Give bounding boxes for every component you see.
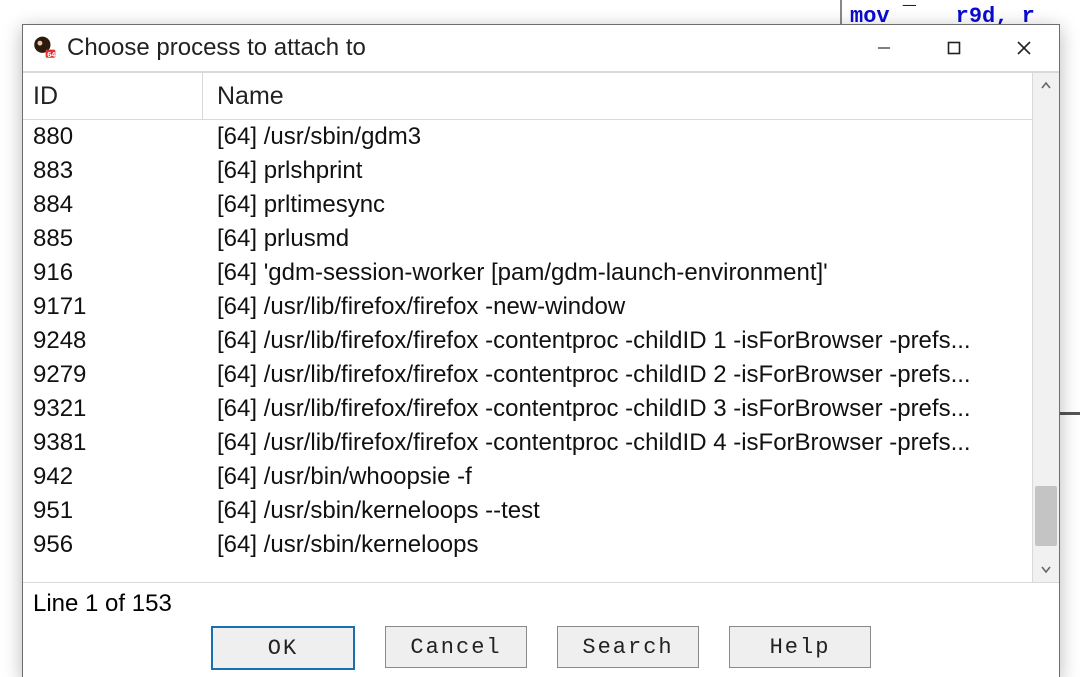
process-row[interactable]: 9248[64] /usr/lib/firefox/firefox -conte… xyxy=(23,324,1032,358)
process-name: [64] /usr/bin/whoopsie -f xyxy=(203,463,1032,491)
scroll-down-arrow-icon[interactable] xyxy=(1033,556,1059,582)
scrollbar-thumb[interactable] xyxy=(1035,486,1057,546)
process-row[interactable]: 9171[64] /usr/lib/firefox/firefox -new-w… xyxy=(23,290,1032,324)
process-name: [64] /usr/sbin/kerneloops --test xyxy=(203,497,1032,525)
app-icon: 64 xyxy=(23,35,65,61)
process-id: 9321 xyxy=(23,395,203,423)
process-name: [64] /usr/sbin/kerneloops xyxy=(203,531,1032,559)
scroll-up-arrow-icon[interactable] xyxy=(1033,73,1059,99)
minimize-icon xyxy=(877,41,891,55)
process-row[interactable]: 9321[64] /usr/lib/firefox/firefox -conte… xyxy=(23,392,1032,426)
scrollbar-track[interactable] xyxy=(1033,99,1059,556)
maximize-icon xyxy=(947,41,961,55)
process-id: 916 xyxy=(23,259,203,287)
process-row[interactable]: 885[64] prlusmd xyxy=(23,222,1032,256)
process-list: ID Name 880[64] /usr/sbin/gdm3883[64] pr… xyxy=(23,72,1059,582)
process-id: 9279 xyxy=(23,361,203,389)
process-row[interactable]: 880[64] /usr/sbin/gdm3 xyxy=(23,120,1032,154)
help-button[interactable]: Help xyxy=(729,626,871,668)
process-row[interactable]: 883[64] prlshprint xyxy=(23,154,1032,188)
process-name: [64] prlshprint xyxy=(203,157,1032,185)
process-name: [64] /usr/lib/firefox/firefox -contentpr… xyxy=(203,429,1032,457)
process-row[interactable]: 9279[64] /usr/lib/firefox/firefox -conte… xyxy=(23,358,1032,392)
close-icon xyxy=(1016,40,1032,56)
process-row[interactable]: 916[64] 'gdm-session-worker [pam/gdm-lau… xyxy=(23,256,1032,290)
cancel-button[interactable]: Cancel xyxy=(385,626,527,668)
process-name: [64] 'gdm-session-worker [pam/gdm-launch… xyxy=(203,259,1032,287)
process-id: 951 xyxy=(23,497,203,525)
column-header-id[interactable]: ID xyxy=(23,73,203,119)
process-name: [64] /usr/lib/firefox/firefox -contentpr… xyxy=(203,327,1032,355)
column-header-name[interactable]: Name xyxy=(203,82,1032,111)
minimize-button[interactable] xyxy=(849,25,919,71)
search-button[interactable]: Search xyxy=(557,626,699,668)
process-row[interactable]: 884[64] prltimesync xyxy=(23,188,1032,222)
ok-button[interactable]: OK xyxy=(211,626,355,670)
status-text: Line 1 of 153 xyxy=(33,590,172,618)
process-name: [64] /usr/lib/firefox/firefox -new-windo… xyxy=(203,293,1032,321)
process-row[interactable]: 9381[64] /usr/lib/firefox/firefox -conte… xyxy=(23,426,1032,460)
svg-text:64: 64 xyxy=(47,50,56,59)
process-id: 880 xyxy=(23,123,203,151)
process-name: [64] prlusmd xyxy=(203,225,1032,253)
process-row[interactable]: 942[64] /usr/bin/whoopsie -f xyxy=(23,460,1032,494)
titlebar: 64 Choose process to attach to xyxy=(23,25,1059,72)
process-id: 885 xyxy=(23,225,203,253)
process-id: 956 xyxy=(23,531,203,559)
close-button[interactable] xyxy=(989,25,1059,71)
process-id: 884 xyxy=(23,191,203,219)
attach-process-dialog: 64 Choose process to attach to ID Name 8… xyxy=(22,24,1060,677)
vertical-scrollbar[interactable] xyxy=(1032,73,1059,582)
process-name: [64] /usr/lib/firefox/firefox -contentpr… xyxy=(203,361,1032,389)
process-name: [64] prltimesync xyxy=(203,191,1032,219)
process-row[interactable]: 951[64] /usr/sbin/kerneloops --test xyxy=(23,494,1032,528)
column-headers: ID Name xyxy=(23,73,1032,120)
process-name: [64] /usr/sbin/gdm3 xyxy=(203,123,1032,151)
window-title: Choose process to attach to xyxy=(65,34,849,62)
process-row[interactable]: 956[64] /usr/sbin/kerneloops xyxy=(23,528,1032,562)
window-controls xyxy=(849,25,1059,71)
process-id: 9171 xyxy=(23,293,203,321)
process-id: 942 xyxy=(23,463,203,491)
process-id: 9381 xyxy=(23,429,203,457)
process-name: [64] /usr/lib/firefox/firefox -contentpr… xyxy=(203,395,1032,423)
process-rows[interactable]: 880[64] /usr/sbin/gdm3883[64] prlshprint… xyxy=(23,120,1032,582)
status-bar: Line 1 of 153 xyxy=(23,582,1059,624)
dialog-buttons: OK Cancel Search Help xyxy=(23,624,1059,677)
maximize-button[interactable] xyxy=(919,25,989,71)
process-id: 9248 xyxy=(23,327,203,355)
process-id: 883 xyxy=(23,157,203,185)
